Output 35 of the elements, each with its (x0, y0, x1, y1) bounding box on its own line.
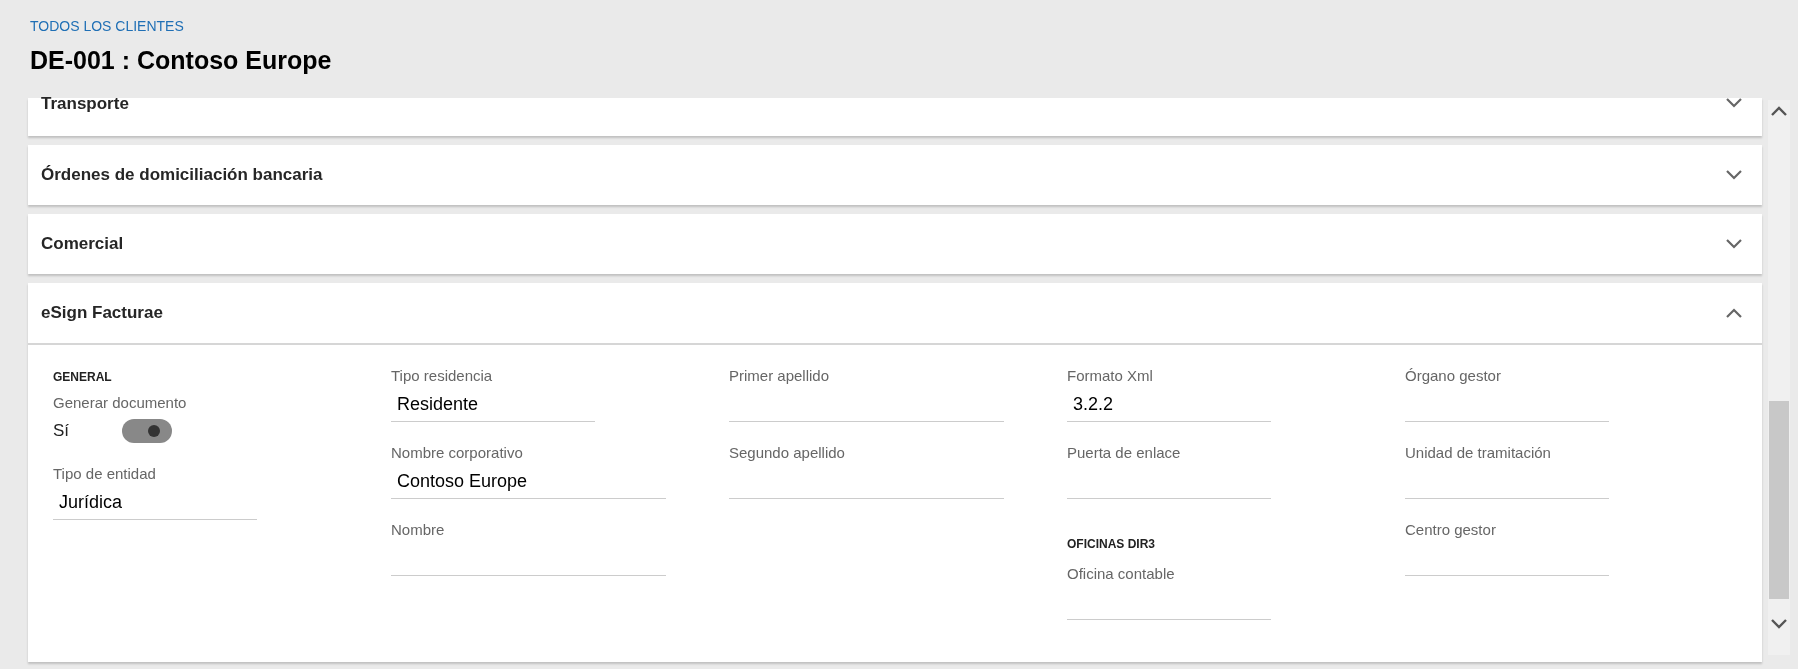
section-title[interactable]: Comercial (41, 234, 124, 254)
toggle-value: Sí (53, 421, 71, 441)
field-label: Órgano gestor (1405, 367, 1502, 384)
scroll-down-icon[interactable] (1771, 619, 1787, 629)
section-title[interactable]: Transporte (41, 94, 129, 114)
field-label: Centro gestor (1405, 521, 1497, 538)
section-heading: OFICINAS DIR3 (1067, 537, 1156, 551)
scrollbar[interactable] (1768, 100, 1790, 655)
section-title[interactable]: Órdenes de domiciliación bancaria (41, 165, 323, 185)
input-field[interactable]: Jurídica (53, 486, 257, 520)
field-label: Segundo apellido (729, 444, 846, 461)
field-label: Puerta de enlace (1067, 444, 1182, 461)
chevron-icon[interactable] (1726, 170, 1742, 180)
scrollbar-thumb[interactable] (1769, 401, 1789, 599)
field-label: Generar documento (53, 394, 188, 411)
toggle-switch[interactable] (122, 419, 172, 443)
chevron-icon[interactable] (1726, 308, 1742, 318)
input-field[interactable]: Contoso Europe (391, 465, 666, 499)
input-field[interactable]: 3.2.2 (1067, 388, 1271, 422)
section-heading: GENERAL (53, 370, 113, 384)
input-field[interactable]: Residente (391, 388, 595, 422)
scroll-up-icon[interactable] (1771, 106, 1787, 116)
chevron-icon[interactable] (1726, 98, 1742, 108)
section-title[interactable]: eSign Facturae (41, 303, 163, 323)
field-label: Nombre corporativo (391, 444, 524, 461)
breadcrumb-link[interactable]: TODOS LOS CLIENTES (30, 18, 184, 34)
field-label: Tipo de entidad (53, 465, 157, 482)
field-label: Oficina contable (1067, 565, 1176, 582)
field-label: Formato Xml (1067, 367, 1154, 384)
field-label: Primer apellido (729, 367, 831, 384)
page-title: DE-001 : Contoso Europe (30, 46, 333, 75)
field-label: Unidad de tramitación (1405, 444, 1552, 461)
chevron-icon[interactable] (1726, 239, 1742, 249)
field-label: Nombre (391, 521, 446, 538)
field-label: Tipo residencia (391, 367, 494, 384)
